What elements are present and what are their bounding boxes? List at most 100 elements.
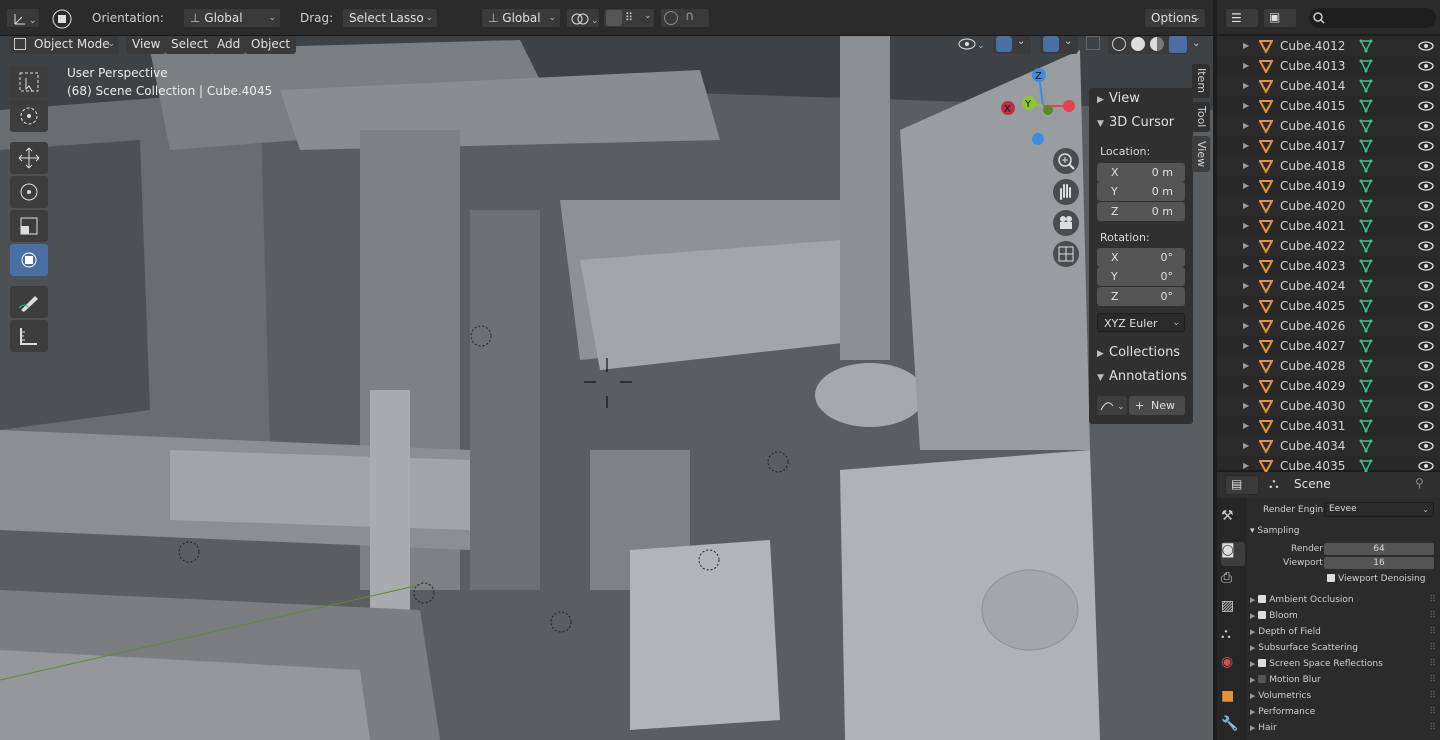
menu-select[interactable]: Select xyxy=(165,35,215,54)
snap-group[interactable]: ⠿ ⌄ xyxy=(603,8,655,28)
wireframe-shading-icon[interactable] xyxy=(1112,37,1126,51)
annotation-type-dropdown[interactable]: ⌄ xyxy=(1097,396,1127,415)
drag-handle-icon[interactable]: ⠿ xyxy=(1429,659,1436,669)
eye-icon[interactable] xyxy=(1418,401,1434,411)
mesh-data-icon[interactable] xyxy=(1359,359,1373,373)
display-mode-dropdown[interactable]: ▣ xyxy=(1263,8,1297,28)
outliner-row[interactable]: ▶ Cube.4025 xyxy=(1217,296,1440,316)
outliner-row[interactable]: ▶ Cube.4024 xyxy=(1217,276,1440,296)
eye-icon[interactable] xyxy=(1418,421,1434,431)
overlays-button[interactable]: ⌄ xyxy=(1040,34,1078,54)
shading-options-chevron-icon[interactable]: ⌄ xyxy=(1192,38,1200,49)
cursor-section-header[interactable]: ▼ 3D Cursor xyxy=(1089,112,1193,134)
outliner-row[interactable]: ▶ Cube.4013 xyxy=(1217,56,1440,76)
rotation-z-field[interactable]: Z 0° xyxy=(1097,287,1185,306)
eye-icon[interactable] xyxy=(1418,161,1434,171)
outliner-row[interactable]: ▶ Cube.4015 xyxy=(1217,96,1440,116)
annotate-tool[interactable] xyxy=(10,286,48,318)
viewport-samples-field[interactable]: 16 xyxy=(1324,557,1434,569)
3d-viewport[interactable]: User Perspective (68) Scene Collection |… xyxy=(0,30,1213,740)
expand-arrow-icon[interactable]: ▶ xyxy=(1243,236,1249,256)
eye-icon[interactable] xyxy=(1418,221,1434,231)
outliner-row[interactable]: ▶ Cube.4027 xyxy=(1217,336,1440,356)
eye-icon[interactable] xyxy=(1418,61,1434,71)
orientation-dropdown[interactable]: ⊥ Global ⌄ xyxy=(183,8,281,28)
tab-scene[interactable]: ⛬ xyxy=(1221,626,1245,650)
mesh-data-icon[interactable] xyxy=(1359,79,1373,93)
measure-tool[interactable] xyxy=(10,320,48,352)
cursor-tool[interactable] xyxy=(10,100,48,132)
rotation-x-field[interactable]: X 0° xyxy=(1097,248,1185,267)
eye-icon[interactable] xyxy=(1418,341,1434,351)
render-panel-header[interactable]: ▶ Ambient Occlusion ⠿ xyxy=(1250,595,1436,605)
eye-icon[interactable] xyxy=(1418,301,1434,311)
mesh-data-icon[interactable] xyxy=(1359,319,1373,333)
panel-checkbox[interactable] xyxy=(1258,595,1267,603)
expand-arrow-icon[interactable]: ▶ xyxy=(1243,356,1249,376)
select-tool[interactable] xyxy=(10,66,48,98)
expand-arrow-icon[interactable]: ▶ xyxy=(1243,256,1249,276)
tab-view[interactable]: View xyxy=(1192,136,1210,172)
eye-icon[interactable] xyxy=(1418,441,1434,451)
expand-arrow-icon[interactable]: ▶ xyxy=(1243,76,1249,96)
eye-icon[interactable] xyxy=(1418,181,1434,191)
gizmo-toggle-button[interactable]: ⌄ xyxy=(993,34,1031,54)
transform-mode-icon[interactable] xyxy=(50,7,74,31)
eye-icon[interactable] xyxy=(1418,461,1434,471)
expand-arrow-icon[interactable]: ▶ xyxy=(1243,376,1249,396)
outliner-row[interactable]: ▶ Cube.4034 xyxy=(1217,436,1440,456)
camera-view-button[interactable] xyxy=(1053,210,1079,236)
pan-button[interactable] xyxy=(1053,179,1079,205)
location-x-field[interactable]: X0 m xyxy=(1097,163,1185,182)
expand-arrow-icon[interactable]: ▶ xyxy=(1243,196,1249,216)
drag-handle-icon[interactable]: ⠿ xyxy=(1429,627,1436,637)
tab-view-layer[interactable]: ▨ xyxy=(1221,598,1245,622)
eye-icon[interactable] xyxy=(1418,101,1434,111)
render-panel-header[interactable]: ▶ Motion Blur ⠿ xyxy=(1250,675,1436,685)
annotations-section-header[interactable]: ▼ Annotations xyxy=(1089,366,1193,388)
tab-object[interactable]: ■ xyxy=(1221,688,1245,712)
expand-arrow-icon[interactable]: ▶ xyxy=(1243,396,1249,416)
eye-icon[interactable] xyxy=(1418,141,1434,151)
expand-arrow-icon[interactable]: ▶ xyxy=(1243,36,1249,56)
render-samples-field[interactable]: 64 xyxy=(1324,543,1434,555)
expand-arrow-icon[interactable]: ▶ xyxy=(1243,336,1249,356)
expand-arrow-icon[interactable]: ▶ xyxy=(1243,436,1249,456)
viewport-denoising-checkbox[interactable]: Viewport Denoising xyxy=(1327,574,1425,584)
mesh-data-icon[interactable] xyxy=(1359,299,1373,313)
mesh-data-icon[interactable] xyxy=(1359,119,1373,133)
drag-handle-icon[interactable]: ⠿ xyxy=(1429,611,1436,621)
outliner-row[interactable]: ▶ Cube.4019 xyxy=(1217,176,1440,196)
mesh-data-icon[interactable] xyxy=(1359,379,1373,393)
mesh-data-icon[interactable] xyxy=(1359,239,1373,253)
properties-editor-type-button[interactable]: ▤ xyxy=(1225,475,1259,495)
transform-tool[interactable] xyxy=(10,244,48,276)
material-shading-icon[interactable] xyxy=(1150,37,1164,51)
outliner-row[interactable]: ▶ Cube.4016 xyxy=(1217,116,1440,136)
outliner-row[interactable]: ▶ Cube.4012 xyxy=(1217,36,1440,56)
new-annotation-button[interactable]: + New xyxy=(1129,396,1185,415)
transform-orientation-dropdown[interactable]: ⊥ Global ⌄ xyxy=(481,8,561,28)
editor-type-button[interactable]: ⌄ xyxy=(6,8,40,28)
expand-arrow-icon[interactable]: ▶ xyxy=(1243,156,1249,176)
outliner-row[interactable]: ▶ Cube.4029 xyxy=(1217,376,1440,396)
mesh-data-icon[interactable] xyxy=(1359,179,1373,193)
tab-world[interactable]: ◉ xyxy=(1221,654,1245,678)
render-panel-header[interactable]: ▶ Hair ⠿ xyxy=(1250,723,1436,733)
drag-handle-icon[interactable]: ⠿ xyxy=(1429,691,1436,701)
tab-tool-settings[interactable]: ⚒ xyxy=(1221,508,1245,532)
outliner-row[interactable]: ▶ Cube.4018 xyxy=(1217,156,1440,176)
mesh-data-icon[interactable] xyxy=(1359,399,1373,413)
mesh-data-icon[interactable] xyxy=(1359,159,1373,173)
collections-section-header[interactable]: ▶ Collections xyxy=(1089,342,1193,364)
mesh-data-icon[interactable] xyxy=(1359,259,1373,273)
eye-icon[interactable] xyxy=(1418,261,1434,271)
panel-checkbox[interactable] xyxy=(1258,659,1267,667)
outliner-row[interactable]: ▶ Cube.4030 xyxy=(1217,396,1440,416)
drag-handle-icon[interactable]: ⠿ xyxy=(1429,595,1436,605)
render-panel-header[interactable]: ▶ Volumetrics ⠿ xyxy=(1250,691,1436,701)
outliner-row[interactable]: ▶ Cube.4023 xyxy=(1217,256,1440,276)
render-panel-header[interactable]: ▶ Depth of Field ⠿ xyxy=(1250,627,1436,637)
zoom-button[interactable] xyxy=(1053,148,1079,174)
mesh-data-icon[interactable] xyxy=(1359,139,1373,153)
